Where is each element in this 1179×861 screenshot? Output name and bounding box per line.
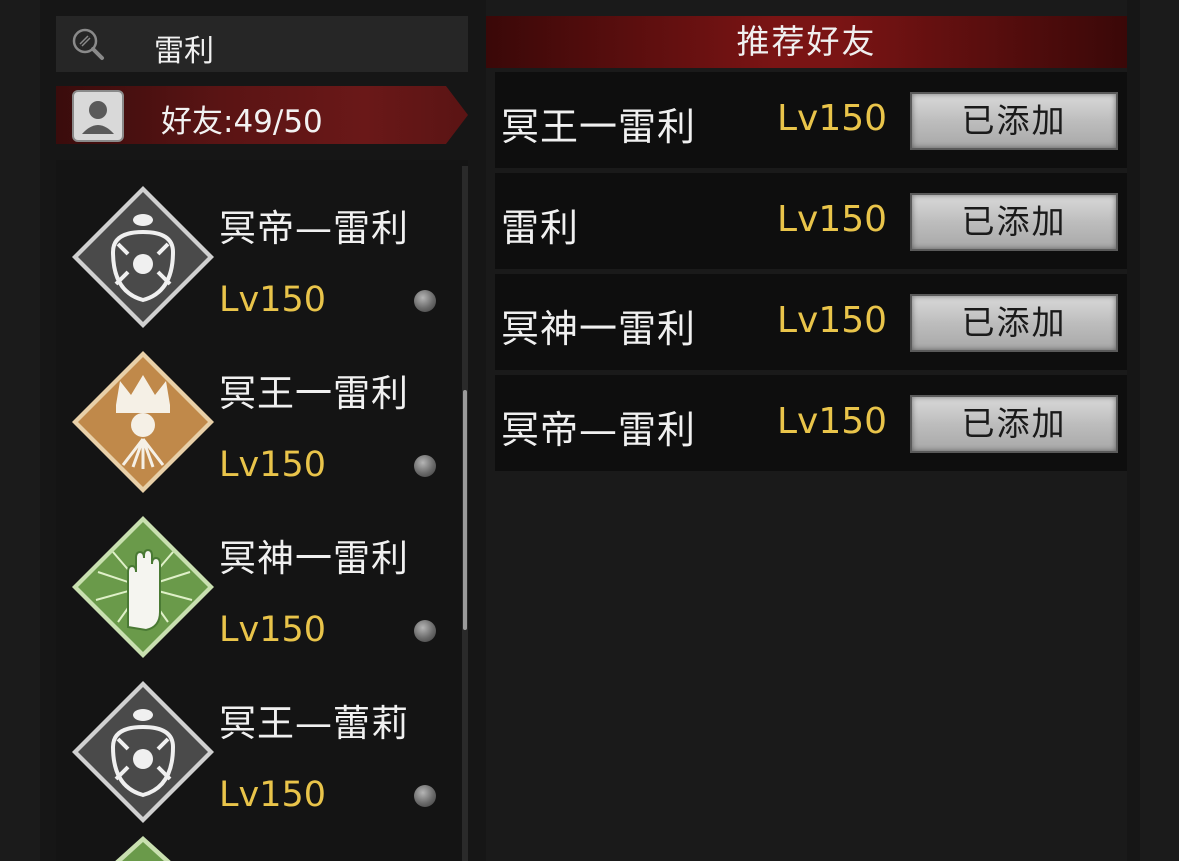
- friend-name: 冥帝—雷利: [219, 207, 409, 250]
- friend-count-header: 好友:49/50: [56, 86, 468, 144]
- recommend-level: Lv150: [777, 401, 888, 442]
- recommend-name: 冥王一雷利: [501, 105, 697, 149]
- added-button[interactable]: 已添加: [910, 193, 1118, 251]
- spider-emblem-icon: [72, 186, 214, 328]
- friend-level: Lv150: [219, 280, 327, 320]
- hand-emblem-icon: [72, 516, 214, 658]
- list-item[interactable]: 冥王一雷利 Lv150: [56, 337, 456, 502]
- recommend-header: 推荐好友: [486, 16, 1127, 68]
- recommend-level: Lv150: [777, 199, 888, 240]
- friend-count-label: 好友:49/50: [161, 104, 323, 140]
- search-icon[interactable]: [68, 24, 108, 64]
- recommend-level: Lv150: [777, 300, 888, 341]
- spider-emblem-icon: [72, 681, 214, 823]
- friend-list: 冥帝—雷利 Lv150 冥王一雷利 Lv150 冥神一雷利 Lv150 冥王—蕾…: [56, 160, 468, 861]
- friend-name: 冥王—蕾莉: [219, 702, 409, 745]
- window-frame-right: [1140, 0, 1179, 861]
- online-status-dot: [414, 785, 436, 807]
- user-avatar-icon: [72, 90, 124, 142]
- recommend-row: 冥帝—雷利 Lv150 已添加: [495, 375, 1127, 471]
- recommend-row: 雷利 Lv150 已添加: [495, 173, 1127, 269]
- recommend-level: Lv150: [777, 98, 888, 139]
- recommend-name: 雷利: [501, 206, 580, 250]
- recommend-panel: 推荐好友 冥王一雷利 Lv150 已添加 雷利 Lv150 已添加 冥神一雷利 …: [486, 0, 1127, 861]
- friend-name: 冥王一雷利: [219, 372, 409, 415]
- online-status-dot: [414, 455, 436, 477]
- added-button[interactable]: 已添加: [910, 395, 1118, 453]
- list-item[interactable]: 冥帝—雷利 Lv150: [56, 172, 456, 337]
- window-frame-left: [0, 0, 40, 861]
- recommend-name: 冥神一雷利: [501, 307, 697, 351]
- search-bar[interactable]: 雷利: [56, 16, 468, 72]
- recommend-name: 冥帝—雷利: [501, 408, 697, 452]
- emblem-partial-icon: [115, 836, 171, 861]
- friend-level: Lv150: [219, 445, 327, 485]
- online-status-dot: [414, 290, 436, 312]
- online-status-dot: [414, 620, 436, 642]
- added-button[interactable]: 已添加: [910, 92, 1118, 150]
- recommend-row: 冥神一雷利 Lv150 已添加: [495, 274, 1127, 370]
- recommend-row: 冥王一雷利 Lv150 已添加: [495, 72, 1127, 168]
- list-item[interactable]: 冥神一雷利 Lv150: [56, 502, 456, 667]
- crown-skull-emblem-icon: [72, 351, 214, 493]
- friend-level: Lv150: [219, 775, 327, 815]
- added-button[interactable]: 已添加: [910, 294, 1118, 352]
- list-item[interactable]: 冥王—蕾莉 Lv150: [56, 667, 456, 832]
- search-input[interactable]: 雷利: [154, 26, 214, 70]
- friends-panel: 雷利 好友:49/50 冥帝—雷利 Lv150 冥王一雷利 Lv150 冥神一雷…: [56, 0, 468, 861]
- friend-level: Lv150: [219, 610, 327, 650]
- recommend-title: 推荐好友: [736, 22, 877, 61]
- friend-name: 冥神一雷利: [219, 537, 409, 580]
- scrollbar-thumb[interactable]: [463, 390, 467, 630]
